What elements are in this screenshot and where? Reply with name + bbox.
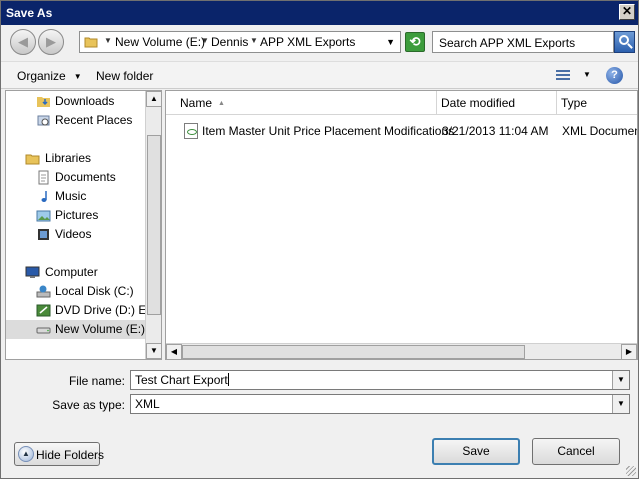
- column-header-row: Name ▲ Date modified Type: [166, 91, 637, 115]
- scroll-left-button[interactable]: ◀: [166, 344, 182, 359]
- table-row[interactable]: Item Master Unit Price Placement Modific…: [166, 121, 637, 141]
- scroll-right-icon: ▶: [625, 347, 633, 356]
- breadcrumb-separator-icon[interactable]: ▼: [201, 36, 209, 45]
- title-bar[interactable]: Save As ✕: [1, 1, 638, 25]
- folder-icon: [84, 37, 98, 48]
- refresh-icon: ⟲: [409, 34, 421, 49]
- view-dropdown-icon[interactable]: ▼: [583, 70, 591, 79]
- breadcrumb-separator-icon[interactable]: ▼: [104, 36, 112, 45]
- command-toolbar: Organize ▼ New folder ▼ ?: [1, 61, 638, 89]
- view-options-icon[interactable]: [556, 69, 570, 82]
- search-placeholder: Search APP XML Exports: [439, 36, 576, 50]
- scroll-up-icon: ▲: [150, 94, 158, 103]
- search-button[interactable]: [614, 31, 635, 53]
- scroll-down-icon: ▼: [150, 346, 158, 355]
- pictures-icon: [36, 210, 51, 222]
- nav-item-documents[interactable]: Documents: [6, 168, 148, 187]
- nav-item-computer[interactable]: Computer: [6, 263, 148, 282]
- hide-folders-button[interactable]: ▲ Hide Folders: [14, 442, 104, 466]
- chevron-down-icon: ▼: [73, 72, 82, 81]
- file-list[interactable]: Name ▲ Date modified Type Item Master Uni…: [165, 90, 638, 360]
- nav-pane-scrollbar[interactable]: ▲ ▼: [145, 91, 161, 359]
- drive-icon: [36, 327, 51, 334]
- back-arrow-icon: ◀: [18, 34, 28, 49]
- refresh-button[interactable]: ⟲: [405, 32, 425, 52]
- documents-icon: [38, 170, 49, 185]
- music-icon: [41, 191, 47, 202]
- dvd-drive-icon: [36, 304, 51, 317]
- text-cursor: [227, 373, 229, 386]
- dialog-title: Save As: [6, 6, 53, 20]
- file-name-dropdown-icon[interactable]: ▼: [612, 371, 629, 389]
- address-bar[interactable]: ▼ New Volume (E:) ▼ Dennis ▼ APP XML Exp…: [79, 31, 401, 53]
- horizontal-scrollbar-thumb[interactable]: [182, 345, 525, 359]
- file-name-cell: Item Master Unit Price Placement Modific…: [202, 124, 455, 138]
- nav-item-downloads[interactable]: Downloads: [6, 92, 148, 111]
- column-header-date-modified[interactable]: Date modified: [437, 91, 557, 115]
- save-type-label: Save as type:: [52, 398, 125, 412]
- videos-icon: [38, 229, 49, 240]
- organize-menu[interactable]: Organize ▼: [17, 69, 82, 83]
- scroll-up-button[interactable]: ▲: [146, 91, 161, 107]
- breadcrumb-volume[interactable]: New Volume (E:): [115, 35, 205, 49]
- save-as-dialog: Save As ✕ ◀ ▶ ▼ New Volume (E:) ▼ Dennis…: [0, 0, 639, 479]
- file-name-field[interactable]: Test Chart Export ▼: [130, 370, 630, 390]
- forward-arrow-icon: ▶: [46, 34, 56, 49]
- type-cell: XML Document: [562, 124, 638, 138]
- libraries-icon: [25, 154, 40, 165]
- xml-file-icon: [184, 123, 198, 139]
- resize-grip-icon[interactable]: [626, 466, 636, 476]
- help-icon[interactable]: ?: [606, 67, 623, 84]
- breadcrumb-separator-icon[interactable]: ▼: [250, 36, 258, 45]
- nav-item-music[interactable]: Music: [6, 187, 148, 206]
- breadcrumb-dennis[interactable]: Dennis: [211, 35, 248, 49]
- scroll-left-icon: ◀: [170, 347, 178, 356]
- computer-icon: [25, 266, 40, 278]
- nav-item-videos[interactable]: Videos: [6, 225, 148, 244]
- nav-item-recent-places[interactable]: Recent Places: [6, 111, 148, 130]
- breadcrumb-app-xml-exports[interactable]: APP XML Exports: [260, 35, 355, 49]
- save-type-value: XML: [135, 397, 160, 411]
- downloads-folder-icon: [37, 97, 50, 107]
- recent-places-icon: [37, 115, 50, 126]
- scroll-down-button[interactable]: ▼: [146, 343, 161, 359]
- column-header-name[interactable]: Name ▲: [166, 91, 437, 115]
- scroll-right-button[interactable]: ▶: [621, 344, 637, 359]
- close-button[interactable]: ✕: [619, 4, 635, 20]
- save-button[interactable]: Save: [432, 438, 520, 465]
- column-header-type[interactable]: Type: [557, 91, 637, 115]
- nav-item-new-volume-e[interactable]: New Volume (E:): [6, 320, 148, 339]
- sort-ascending-icon: ▲: [218, 100, 225, 107]
- nav-item-pictures[interactable]: Pictures: [6, 206, 148, 225]
- nav-item-dvd-drive-d[interactable]: DVD Drive (D:) ENL: [6, 301, 161, 320]
- file-name-label: File name:: [68, 374, 125, 388]
- navigation-pane[interactable]: Downloads Recent Places Libraries Docume…: [5, 90, 162, 360]
- cancel-button[interactable]: Cancel: [532, 438, 620, 465]
- nav-item-libraries[interactable]: Libraries: [6, 149, 148, 168]
- save-type-select[interactable]: XML ▼: [130, 394, 630, 414]
- file-name-value: Test Chart Export: [135, 373, 228, 387]
- address-dropdown-icon[interactable]: ▼: [386, 37, 395, 47]
- chevron-up-icon: ▲: [18, 446, 34, 462]
- search-input[interactable]: Search APP XML Exports: [432, 31, 614, 53]
- scrollbar-thumb[interactable]: [147, 135, 161, 315]
- save-type-dropdown-icon[interactable]: ▼: [612, 395, 629, 413]
- nav-item-local-disk-c[interactable]: Local Disk (C:): [6, 282, 148, 301]
- file-list-horizontal-scrollbar[interactable]: ◀ ▶: [166, 343, 637, 359]
- local-disk-icon: [36, 285, 51, 298]
- back-button[interactable]: ◀: [10, 29, 36, 55]
- date-modified-cell: 3/21/2013 11:04 AM: [442, 124, 549, 138]
- new-folder-button[interactable]: New folder: [96, 69, 153, 83]
- forward-button[interactable]: ▶: [38, 29, 64, 55]
